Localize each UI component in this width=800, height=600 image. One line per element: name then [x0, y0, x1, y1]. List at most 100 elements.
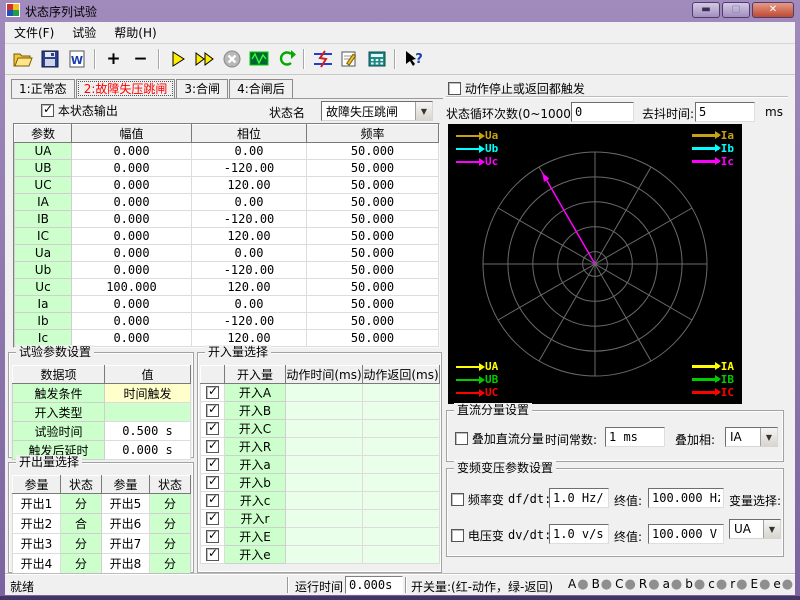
checkbox-icon[interactable]	[451, 529, 464, 542]
checkbox-icon[interactable]	[455, 432, 468, 445]
binary-out-state[interactable]: 分	[61, 494, 102, 514]
volt-end-input[interactable]	[648, 524, 724, 544]
param-value-cell[interactable]: 120.00	[192, 177, 307, 194]
param-value-cell[interactable]: 50.000	[307, 245, 439, 262]
chevron-down-icon[interactable]: ▼	[415, 102, 432, 120]
var-select-combo[interactable]: UA ▼	[729, 519, 781, 539]
param-value-cell[interactable]: 120.00	[192, 330, 307, 347]
test-param-value[interactable]	[105, 403, 191, 422]
param-value-cell[interactable]: 0.000	[72, 143, 192, 160]
dc-phase-combo[interactable]: IA ▼	[725, 427, 778, 447]
binary-out-state[interactable]: 分	[61, 554, 102, 574]
dvdt-input[interactable]	[549, 524, 609, 544]
debounce-input[interactable]	[695, 102, 755, 122]
test-param-value[interactable]: 0.500 s	[105, 422, 191, 441]
state-name-combo[interactable]: 故障失压跳闸 ▼	[321, 101, 433, 121]
param-value-cell[interactable]: 120.00	[192, 279, 307, 296]
param-value-cell[interactable]: -120.00	[192, 262, 307, 279]
fault-set-icon[interactable]	[309, 47, 336, 72]
binary-in-check-cell[interactable]	[201, 402, 225, 420]
freq-ramp-checkbox[interactable]: 频率变	[451, 491, 504, 508]
binary-out-state[interactable]: 分	[61, 534, 102, 554]
param-value-cell[interactable]: 0.000	[72, 262, 192, 279]
close-button[interactable]: ✕	[752, 2, 794, 18]
tab-state-1[interactable]: 1:正常态	[11, 79, 75, 98]
checkbox-icon[interactable]	[206, 386, 219, 399]
param-value-cell[interactable]: 0.000	[72, 296, 192, 313]
binary-in-check-cell[interactable]	[201, 546, 225, 564]
checkbox-icon[interactable]	[206, 476, 219, 489]
report-icon[interactable]	[336, 47, 363, 72]
param-value-cell[interactable]: 50.000	[307, 313, 439, 330]
trigger-mode-checkbox[interactable]: 动作停止或返回都触发	[448, 80, 585, 97]
binary-in-check-cell[interactable]	[201, 384, 225, 402]
tab-state-2[interactable]: 2:故障失压跳闸	[76, 79, 176, 98]
loop-count-input[interactable]	[571, 102, 634, 122]
help-icon[interactable]: ?	[400, 47, 427, 72]
param-value-cell[interactable]: 0.000	[72, 313, 192, 330]
menu-test[interactable]: 试验	[63, 22, 105, 43]
param-value-cell[interactable]: 0.000	[72, 330, 192, 347]
param-value-cell[interactable]: 50.000	[307, 194, 439, 211]
checkbox-icon[interactable]	[206, 458, 219, 471]
open-icon[interactable]	[9, 47, 36, 72]
param-value-cell[interactable]: 50.000	[307, 228, 439, 245]
binary-in-check-cell[interactable]	[201, 438, 225, 456]
binary-out-state[interactable]: 合	[61, 514, 102, 534]
add-state-icon[interactable]: +	[100, 47, 127, 72]
checkbox-icon[interactable]	[448, 82, 461, 95]
checkbox-icon[interactable]	[206, 422, 219, 435]
param-value-cell[interactable]: -120.00	[192, 160, 307, 177]
binary-in-check-cell[interactable]	[201, 456, 225, 474]
param-value-cell[interactable]: 50.000	[307, 143, 439, 160]
param-value-cell[interactable]: -120.00	[192, 211, 307, 228]
param-value-cell[interactable]: 0.000	[72, 177, 192, 194]
binary-out-state[interactable]: 分	[150, 514, 191, 534]
checkbox-icon[interactable]	[451, 493, 464, 506]
binary-out-state[interactable]: 分	[150, 534, 191, 554]
param-value-cell[interactable]: 50.000	[307, 160, 439, 177]
checkbox-icon[interactable]	[206, 440, 219, 453]
param-value-cell[interactable]: 50.000	[307, 279, 439, 296]
run-icon[interactable]	[164, 47, 191, 72]
checkbox-icon[interactable]	[206, 548, 219, 561]
chevron-down-icon[interactable]: ▼	[763, 520, 780, 538]
param-value-cell[interactable]: 50.000	[307, 262, 439, 279]
waveform-icon[interactable]	[245, 47, 272, 72]
volt-ramp-checkbox[interactable]: 电压变	[451, 527, 504, 544]
tab-state-4[interactable]: 4:合闸后	[229, 79, 293, 98]
param-value-cell[interactable]: 50.000	[307, 177, 439, 194]
param-value-cell[interactable]: 50.000	[307, 211, 439, 228]
remove-state-icon[interactable]: −	[127, 47, 154, 72]
binary-out-state[interactable]: 分	[150, 554, 191, 574]
param-value-cell[interactable]: 0.000	[72, 160, 192, 177]
menu-help[interactable]: 帮助(H)	[105, 22, 165, 43]
dfdt-input[interactable]	[549, 488, 609, 508]
run-continuous-icon[interactable]	[191, 47, 218, 72]
checkbox-icon[interactable]	[41, 104, 54, 117]
binary-in-check-cell[interactable]	[201, 528, 225, 546]
freq-end-input[interactable]	[648, 488, 724, 508]
state-output-checkbox[interactable]: 本状态输出	[41, 102, 118, 119]
menu-file[interactable]: 文件(F)	[5, 22, 63, 43]
export-word-icon[interactable]: W	[63, 47, 90, 72]
test-param-value[interactable]: 0.000 s	[105, 441, 191, 460]
param-value-cell[interactable]: 0.000	[72, 194, 192, 211]
param-value-cell[interactable]: 0.000	[72, 211, 192, 228]
param-value-cell[interactable]: 0.00	[192, 143, 307, 160]
checkbox-icon[interactable]	[206, 530, 219, 543]
minimize-button[interactable]: ▬	[692, 2, 720, 18]
binary-in-check-cell[interactable]	[201, 474, 225, 492]
param-value-cell[interactable]: 0.00	[192, 194, 307, 211]
dc-tc-input[interactable]	[605, 427, 665, 447]
maximize-button[interactable]: ▢	[722, 2, 750, 18]
checkbox-icon[interactable]	[206, 494, 219, 507]
param-value-cell[interactable]: 0.000	[72, 228, 192, 245]
binary-in-check-cell[interactable]	[201, 510, 225, 528]
binary-in-check-cell[interactable]	[201, 492, 225, 510]
param-value-cell[interactable]: 50.000	[307, 296, 439, 313]
chevron-down-icon[interactable]: ▼	[760, 428, 777, 446]
param-value-cell[interactable]: 50.000	[307, 330, 439, 347]
undo-icon[interactable]	[272, 47, 299, 72]
calculator-icon[interactable]	[363, 47, 390, 72]
